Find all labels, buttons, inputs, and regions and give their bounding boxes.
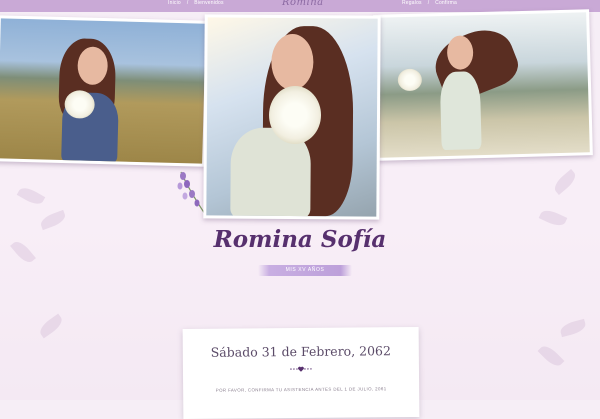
- photo-girl-field-with-bouquet: [0, 15, 209, 167]
- nav-left-group: Inicio / Bienvenidos: [168, 0, 224, 7]
- decorative-leaf: [16, 184, 46, 208]
- celebrant-name: Romina Sofía: [213, 226, 387, 253]
- nav-separator: /: [427, 0, 430, 6]
- photo-girl-portrait-with-daisies: [203, 14, 381, 220]
- nav-link-bienvenidos[interactable]: Bienvenidos: [194, 0, 223, 7]
- photo-girl-dancing-in-field: [373, 9, 593, 161]
- decorative-leaf: [537, 342, 565, 370]
- decorative-leaf: [558, 318, 588, 338]
- site-logo[interactable]: Romina: [282, 0, 324, 8]
- heart-icon: [290, 366, 312, 372]
- event-details-card: Sábado 31 de Febrero, 2062 POR FAVOR, CO…: [182, 326, 420, 419]
- subtitle-ribbon: MIS XV AÑOS: [258, 265, 352, 276]
- rsvp-note: POR FAVOR, CONFIRMA TU ASISTENCIA ANTES …: [215, 386, 387, 393]
- photo-image: [0, 18, 206, 164]
- nav-link-regalos[interactable]: Regalos: [402, 0, 422, 7]
- nav-separator: /: [186, 0, 189, 6]
- photo-image: [376, 12, 590, 158]
- event-date: Sábado 31 de Febrero, 2062: [210, 343, 391, 360]
- nav-right-group: Regalos / Confirma: [402, 0, 457, 7]
- nav-link-confirma[interactable]: Confirma: [435, 0, 457, 7]
- decorative-leaf: [36, 313, 66, 339]
- decorative-leaf: [551, 169, 579, 195]
- nav-link-inicio[interactable]: Inicio: [168, 0, 181, 7]
- photo-image: [206, 17, 378, 217]
